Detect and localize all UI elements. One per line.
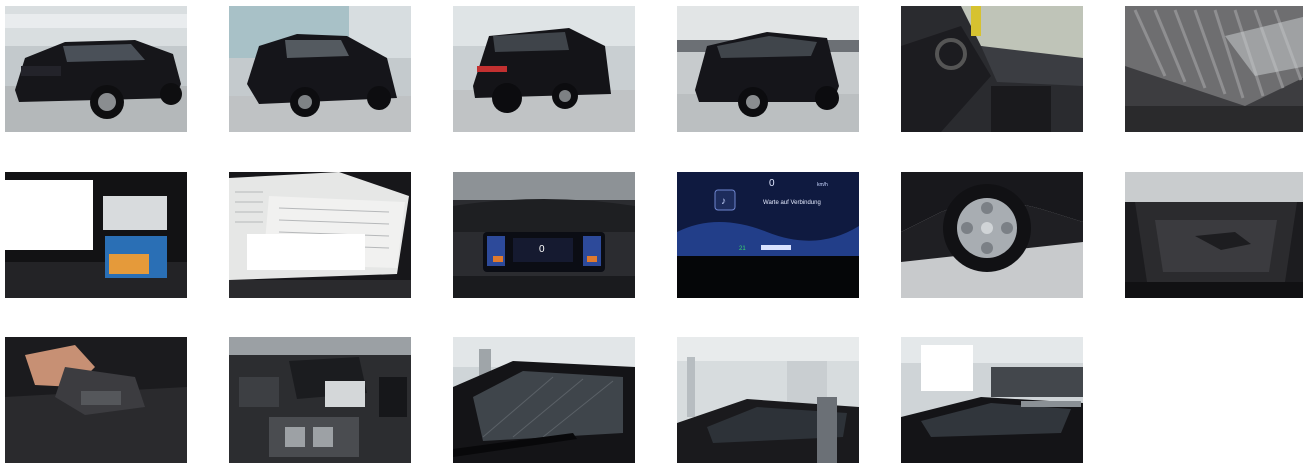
car-interior-photo xyxy=(901,6,1083,132)
svg-text:♪: ♪ xyxy=(721,196,726,207)
redacted-area xyxy=(921,345,973,391)
gallery-thumbnail-13[interactable] xyxy=(5,337,187,463)
car-rear-photo xyxy=(453,6,635,132)
infotainment-photo: ♪ 0 km/h Warte auf Verbindung 21 xyxy=(677,172,859,298)
redacted-area xyxy=(247,234,365,270)
gallery-thumbnail-5[interactable] xyxy=(901,6,1083,132)
gallery-thumbnail-7[interactable] xyxy=(5,172,187,298)
gallery-thumbnail-11[interactable] xyxy=(901,172,1083,298)
gallery-thumbnail-9[interactable]: 0 xyxy=(453,172,635,298)
svg-text:0: 0 xyxy=(769,178,775,189)
wheel-photo xyxy=(901,172,1083,298)
gallery-thumbnail-14[interactable] xyxy=(229,337,411,463)
windshield-photo xyxy=(453,337,635,463)
gallery-thumbnail-10[interactable]: ♪ 0 km/h Warte auf Verbindung 21 xyxy=(677,172,859,298)
roof-rail-photo xyxy=(1125,6,1303,132)
svg-text:21: 21 xyxy=(739,246,746,252)
dashboard-photo: 0 xyxy=(453,172,635,298)
gallery-thumbnail-8[interactable] xyxy=(229,172,411,298)
redacted-area xyxy=(5,180,93,250)
gallery-thumbnail-3[interactable] xyxy=(453,6,635,132)
roof-photo xyxy=(677,337,859,463)
photo-gallery: 0 ♪ 0 km/h Warte auf Verbindung 21 xyxy=(0,0,1303,463)
gallery-thumbnail-12[interactable] xyxy=(1125,172,1303,298)
car-front-photo xyxy=(229,6,411,132)
gallery-thumbnail-15[interactable] xyxy=(453,337,635,463)
trunk-tools-photo xyxy=(5,337,187,463)
svg-text:0: 0 xyxy=(539,244,545,255)
gallery-thumbnail-4[interactable] xyxy=(677,6,859,132)
gallery-thumbnail-17[interactable] xyxy=(901,337,1083,463)
car-rear-photo xyxy=(677,6,859,132)
gallery-thumbnail-2[interactable] xyxy=(229,6,411,132)
gallery-thumbnail-16[interactable] xyxy=(677,337,859,463)
gallery-thumbnail-1[interactable] xyxy=(5,6,187,132)
svg-text:Warte auf Verbindung: Warte auf Verbindung xyxy=(763,200,821,206)
trunk-photo xyxy=(1125,172,1303,298)
car-front-photo xyxy=(5,6,187,132)
engine-bay-photo xyxy=(229,337,411,463)
svg-text:km/h: km/h xyxy=(817,182,828,188)
gallery-thumbnail-6[interactable] xyxy=(1125,6,1303,132)
